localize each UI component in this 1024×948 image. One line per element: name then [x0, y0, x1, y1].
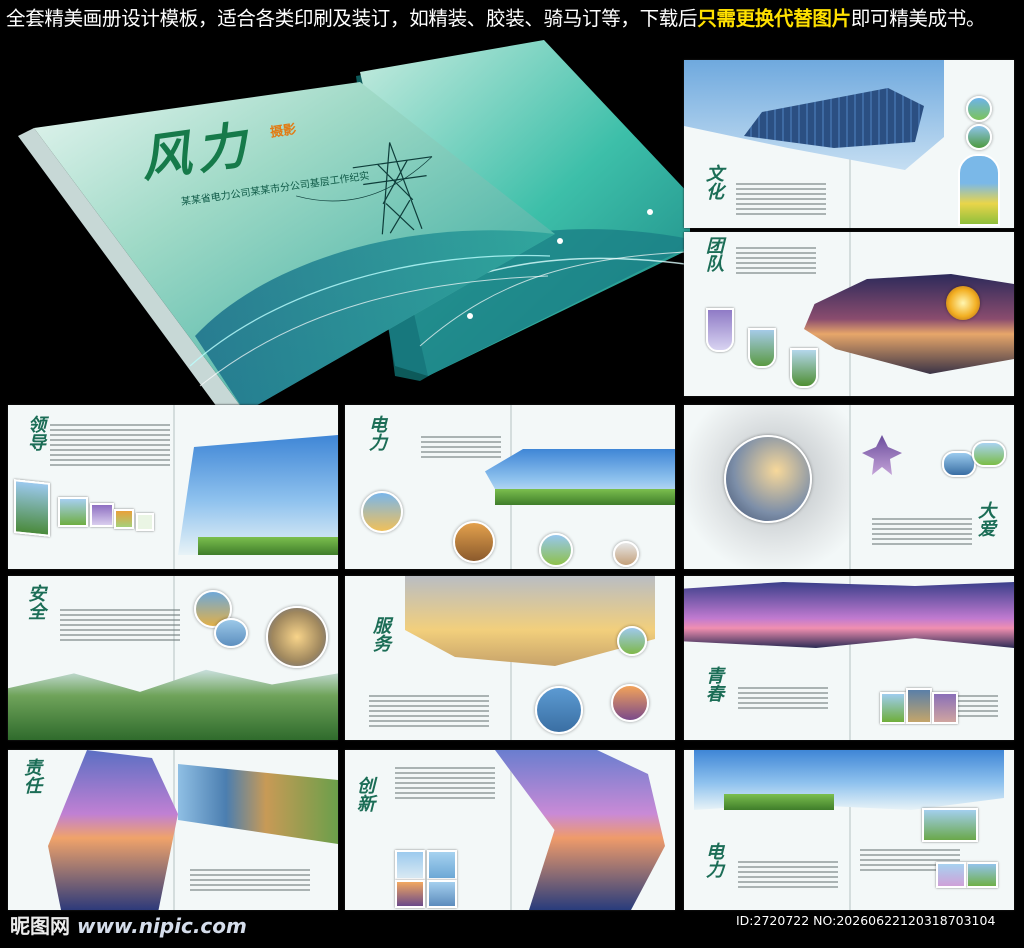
calligraphy-title: 责任	[21, 758, 42, 794]
photo-arch	[958, 154, 1000, 226]
city-photo	[684, 582, 1014, 648]
fold	[510, 750, 512, 910]
calligraphy-title: 安全	[25, 584, 46, 620]
photo-thumb	[395, 880, 425, 908]
screen-thumb	[14, 479, 50, 537]
calligraphy-title: 团队	[703, 236, 724, 272]
photo-circle	[266, 606, 328, 668]
tower-circle	[724, 435, 812, 523]
photo-thumb	[395, 850, 425, 880]
sunset-top	[405, 576, 655, 666]
screen-thumb	[90, 503, 114, 527]
bulb-icon	[946, 286, 980, 320]
cover-tag: 摄影	[269, 122, 298, 141]
body-text	[190, 866, 310, 894]
body-text	[736, 244, 816, 277]
photo-circle	[361, 491, 403, 533]
spread-2: 团队	[684, 232, 1014, 396]
watermark-id: ID:2720722 NO:20260622120318703104	[736, 913, 996, 928]
photo-circle	[617, 626, 647, 656]
cover-title: 风力	[136, 114, 257, 189]
photo-thumb	[427, 880, 457, 908]
calligraphy-title: 青春	[703, 666, 724, 702]
body-text	[60, 606, 180, 644]
bridge-photo	[495, 750, 665, 910]
calligraphy-title: 大爱	[975, 501, 996, 537]
photo-circle	[214, 618, 248, 648]
calligraphy-title: 电力	[703, 842, 724, 878]
body-text	[421, 433, 501, 461]
photo-thumb	[922, 808, 978, 842]
photo-thumb	[427, 850, 457, 880]
banner-text-2: 即可精美成书。	[850, 7, 986, 30]
spread-6: 安全	[8, 576, 338, 740]
spread-5: 大爱	[684, 405, 1014, 569]
photo-circle	[613, 541, 639, 567]
photo-circle	[535, 686, 583, 734]
photo-shield	[748, 328, 776, 368]
sunset-photo	[804, 274, 1014, 374]
calligraphy-title: 文化	[703, 164, 724, 200]
photo-shield	[706, 308, 734, 352]
body-text	[738, 684, 828, 712]
body-text	[736, 180, 826, 218]
calligraphy-title: 电力	[366, 415, 387, 451]
grass	[724, 794, 834, 810]
body-text	[395, 764, 495, 802]
fold	[849, 405, 851, 569]
photo-thumb	[880, 692, 906, 724]
photo-thumb	[966, 862, 998, 888]
screen-thumb	[114, 509, 134, 529]
tower-silhouette	[862, 435, 902, 475]
photo-thumb	[936, 862, 966, 888]
watermark-url: www.nipic.com	[76, 914, 247, 938]
spread-10: 创新	[345, 750, 675, 910]
banner-text-1: 全套精美画册设计模板，适合各类印刷及装订，如精装、胶装、骑马订等，下载后	[6, 7, 698, 30]
grass	[495, 489, 675, 505]
photo-thumb	[942, 451, 976, 477]
calligraphy-title: 服务	[370, 616, 391, 652]
watermark-logo: 昵图网 www.nipic.com	[10, 910, 247, 939]
body-text	[738, 858, 838, 891]
spread-7: 服务	[345, 576, 675, 740]
photo-circle	[966, 124, 992, 150]
screen-thumb	[58, 497, 88, 527]
spread-4: 电力	[345, 405, 675, 569]
body-text	[369, 692, 489, 730]
calligraphy-title: 领导	[25, 415, 46, 451]
photo-thumb	[932, 692, 958, 724]
spread-3: 领导	[8, 405, 338, 569]
spread-1: 文化	[684, 60, 1014, 228]
photo-circle	[539, 533, 573, 567]
grass	[198, 537, 338, 555]
body-text	[872, 515, 972, 548]
fold	[173, 405, 175, 569]
photo-shield	[790, 348, 818, 388]
cover-books	[18, 40, 690, 416]
screen-thumb	[136, 513, 154, 531]
photo-circle	[611, 684, 649, 722]
photo-strip	[178, 764, 338, 844]
spread-8: 青春	[684, 576, 1014, 740]
bridge-photo	[48, 750, 178, 910]
watermark-site: 昵图网	[10, 914, 70, 938]
banner-highlight: 只需更换代替图片	[697, 7, 851, 30]
body-text	[50, 421, 170, 469]
calligraphy-title: 创新	[354, 776, 375, 812]
photo-thumb	[972, 441, 1006, 467]
top-banner: 全套精美画册设计模板，适合各类印刷及装订，如精装、胶装、骑马订等，下载后只需更换…	[6, 4, 1020, 34]
photo-circle	[453, 521, 495, 563]
spread-11: 电力	[684, 750, 1014, 910]
photo-circle	[966, 96, 992, 122]
spread-9: 责任	[8, 750, 338, 910]
photo-thumb	[906, 688, 932, 724]
